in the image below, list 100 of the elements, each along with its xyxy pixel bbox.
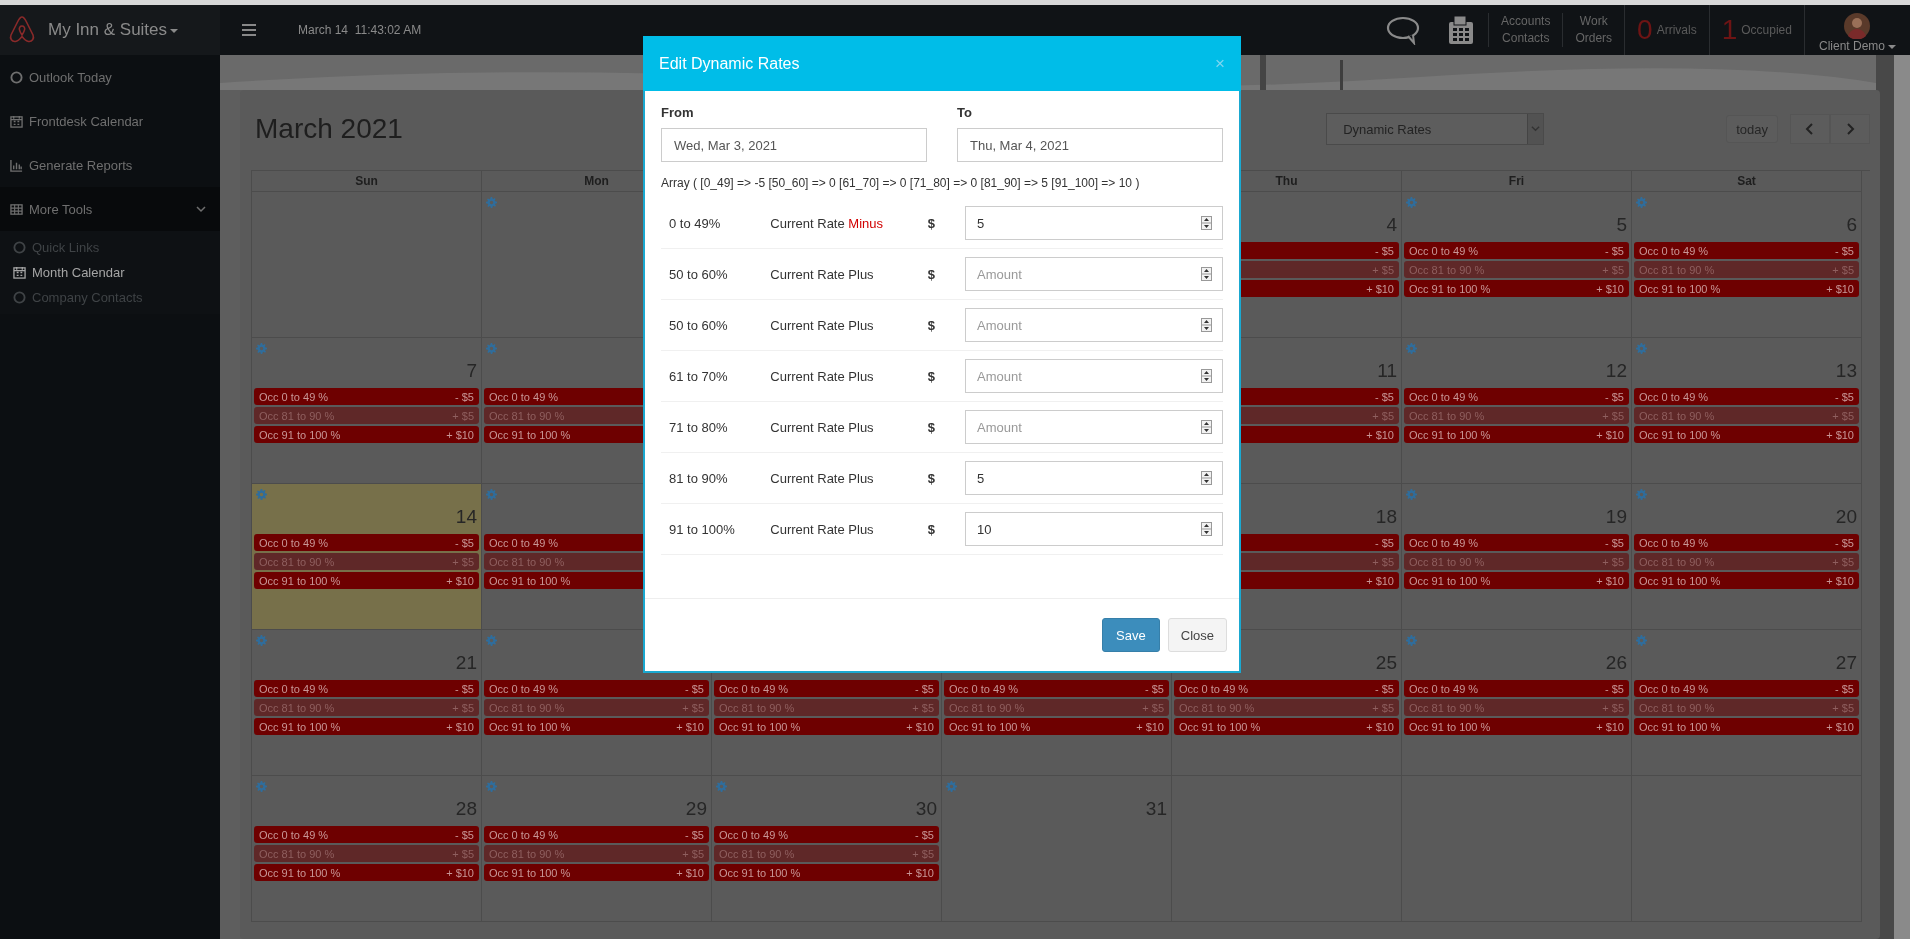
sidebar-item[interactable]: Frontdesk Calendar [0,99,220,143]
spinner-icon[interactable] [1201,216,1212,230]
rate-event[interactable]: Occ 91 to 100 % + $10 [1634,572,1859,589]
rate-event[interactable]: Occ 0 to 49 % - $5 [254,534,479,551]
gear-icon[interactable] [256,781,267,792]
rate-event[interactable]: Occ 0 to 49 % - $5 [1404,534,1629,551]
gear-icon[interactable] [1636,197,1647,208]
rate-event[interactable]: Occ 91 to 100 % + $10 [1634,426,1859,443]
rate-event[interactable]: Occ 0 to 49 % - $5 [714,680,939,697]
gear-icon[interactable] [486,343,497,354]
rate-event[interactable]: Occ 91 to 100 % + $10 [1404,426,1629,443]
rate-event[interactable]: Occ 91 to 100 % + $10 [254,864,479,881]
rate-event[interactable]: Occ 91 to 100 % + $10 [1404,718,1629,735]
rate-event[interactable]: Occ 91 to 100 % + $10 [944,718,1169,735]
rate-event[interactable]: Occ 0 to 49 % - $5 [1634,242,1859,259]
weekday-header: Mon [584,174,609,188]
rate-event[interactable]: Occ 0 to 49 % - $5 [254,826,479,843]
amount-field[interactable]: Amount [965,359,1223,393]
spinner-icon[interactable] [1201,369,1212,383]
amount-field[interactable]: Amount [965,410,1223,444]
rate-event[interactable]: Occ 0 to 49 % - $5 [1634,534,1859,551]
rate-event[interactable]: Occ 0 to 49 % - $5 [1174,680,1399,697]
rate-event[interactable]: Occ 0 to 49 % - $5 [1634,388,1859,405]
user-menu[interactable]: Client Demo [1818,39,1896,55]
date-field[interactable]: Thu, Mar 4, 2021 [957,128,1223,162]
rate-event[interactable]: Occ 91 to 100 % + $10 [1404,572,1629,589]
gear-icon[interactable] [486,635,497,646]
rate-event[interactable]: Occ 0 to 49 % - $5 [714,826,939,843]
rate-event[interactable]: Occ 91 to 100 % + $10 [254,426,479,443]
amount-field[interactable]: Amount [965,257,1223,291]
gear-icon[interactable] [256,343,267,354]
rate-event[interactable]: Occ 91 to 100 % + $10 [484,718,709,735]
gear-icon[interactable] [1406,197,1417,208]
rate-event[interactable]: Occ 91 to 100 % + $10 [1174,718,1399,735]
rate-event[interactable]: Occ 0 to 49 % - $5 [1404,388,1629,405]
rate-event[interactable]: Occ 0 to 49 % - $5 [254,388,479,405]
count-label[interactable]: Occupied [1741,23,1792,37]
rate-label: Current Rate Minus [770,215,884,231]
nav-link[interactable]: Work Orders [1562,13,1625,47]
rate-event[interactable]: Occ 0 to 49 % - $5 [254,680,479,697]
gear-icon[interactable] [1636,343,1647,354]
rate-event[interactable]: Occ 0 to 49 % - $5 [484,826,709,843]
gear-icon[interactable] [946,781,957,792]
spinner-icon[interactable] [1201,522,1212,536]
rate-event[interactable]: Occ 91 to 100 % + $10 [1634,280,1859,297]
rate-event[interactable]: Occ 91 to 100 % + $10 [1634,718,1859,735]
rate-event[interactable]: Occ 91 to 100 % + $10 [714,864,939,881]
date-time: March 14 11:43:02 AM [298,23,422,37]
rate-event[interactable]: Occ 0 to 49 % - $5 [484,680,709,697]
rate-event[interactable]: Occ 0 to 49 % - $5 [1404,680,1629,697]
rate-event[interactable]: Occ 91 to 100 % + $10 [254,572,479,589]
rate-event[interactable]: Occ 91 to 100 % + $10 [714,718,939,735]
rate-label: Current Rate Plus [770,470,875,486]
fax-icon[interactable] [1448,15,1475,45]
amount-field[interactable]: 5 [965,206,1223,240]
prev-button[interactable] [1790,114,1830,144]
gear-icon[interactable] [486,781,497,792]
spinner-icon[interactable] [1201,267,1212,281]
currency-sign: $ [927,419,936,435]
chevron-left-icon[interactable] [1805,123,1815,135]
spinner-icon[interactable] [1201,318,1212,332]
currency-sign: $ [927,368,936,384]
rate-event[interactable]: Occ 91 to 100 % + $10 [484,864,709,881]
date-field[interactable]: Wed, Mar 3, 2021 [661,128,927,162]
rate-event[interactable]: Occ 0 to 49 % - $5 [1404,242,1629,259]
gear-icon[interactable] [1636,635,1647,646]
rate-event[interactable]: Occ 91 to 100 % + $10 [1404,280,1629,297]
sidebar-item[interactable]: Generate Reports [0,143,220,187]
gear-icon[interactable] [486,489,497,500]
gear-icon[interactable] [1406,343,1417,354]
gear-icon[interactable] [256,489,267,500]
gear-icon[interactable] [716,781,727,792]
chevron-right-icon[interactable] [1845,123,1855,135]
rate-event[interactable]: Occ 0 to 49 % - $5 [1634,680,1859,697]
sidebar-item[interactable]: More Tools [0,187,220,231]
spinner-icon[interactable] [1201,420,1212,434]
amount-field[interactable]: 10 [965,512,1223,546]
gear-icon[interactable] [256,635,267,646]
spinner-icon[interactable] [1201,471,1212,485]
gear-icon[interactable] [486,197,497,208]
amount-field[interactable]: 5 [965,461,1223,495]
gear-icon[interactable] [1406,489,1417,500]
save-button[interactable]: Save [1102,618,1160,652]
weekday-header: Fri [1508,174,1525,188]
caret-icon[interactable] [1531,124,1541,133]
menu-icon[interactable] [242,24,256,36]
avatar-icon[interactable] [1844,13,1871,39]
sidebar-item[interactable]: Outlook Today [0,55,220,99]
rate-event[interactable]: Occ 91 to 100 % + $10 [254,718,479,735]
count-label[interactable]: Arrivals [1656,23,1697,37]
sidebar-subitem[interactable]: Month Calendar [0,260,220,285]
rate-event[interactable]: Occ 0 to 49 % - $5 [944,680,1169,697]
nav-link[interactable]: Accounts Contacts [1488,13,1563,47]
close-button[interactable]: Close [1167,618,1227,652]
gear-icon[interactable] [1636,489,1647,500]
chevron-icon [196,204,206,214]
amount-field[interactable]: Amount [965,308,1223,342]
gear-icon[interactable] [1406,635,1417,646]
chat-icon[interactable] [1386,15,1421,45]
next-button[interactable] [1830,114,1870,144]
